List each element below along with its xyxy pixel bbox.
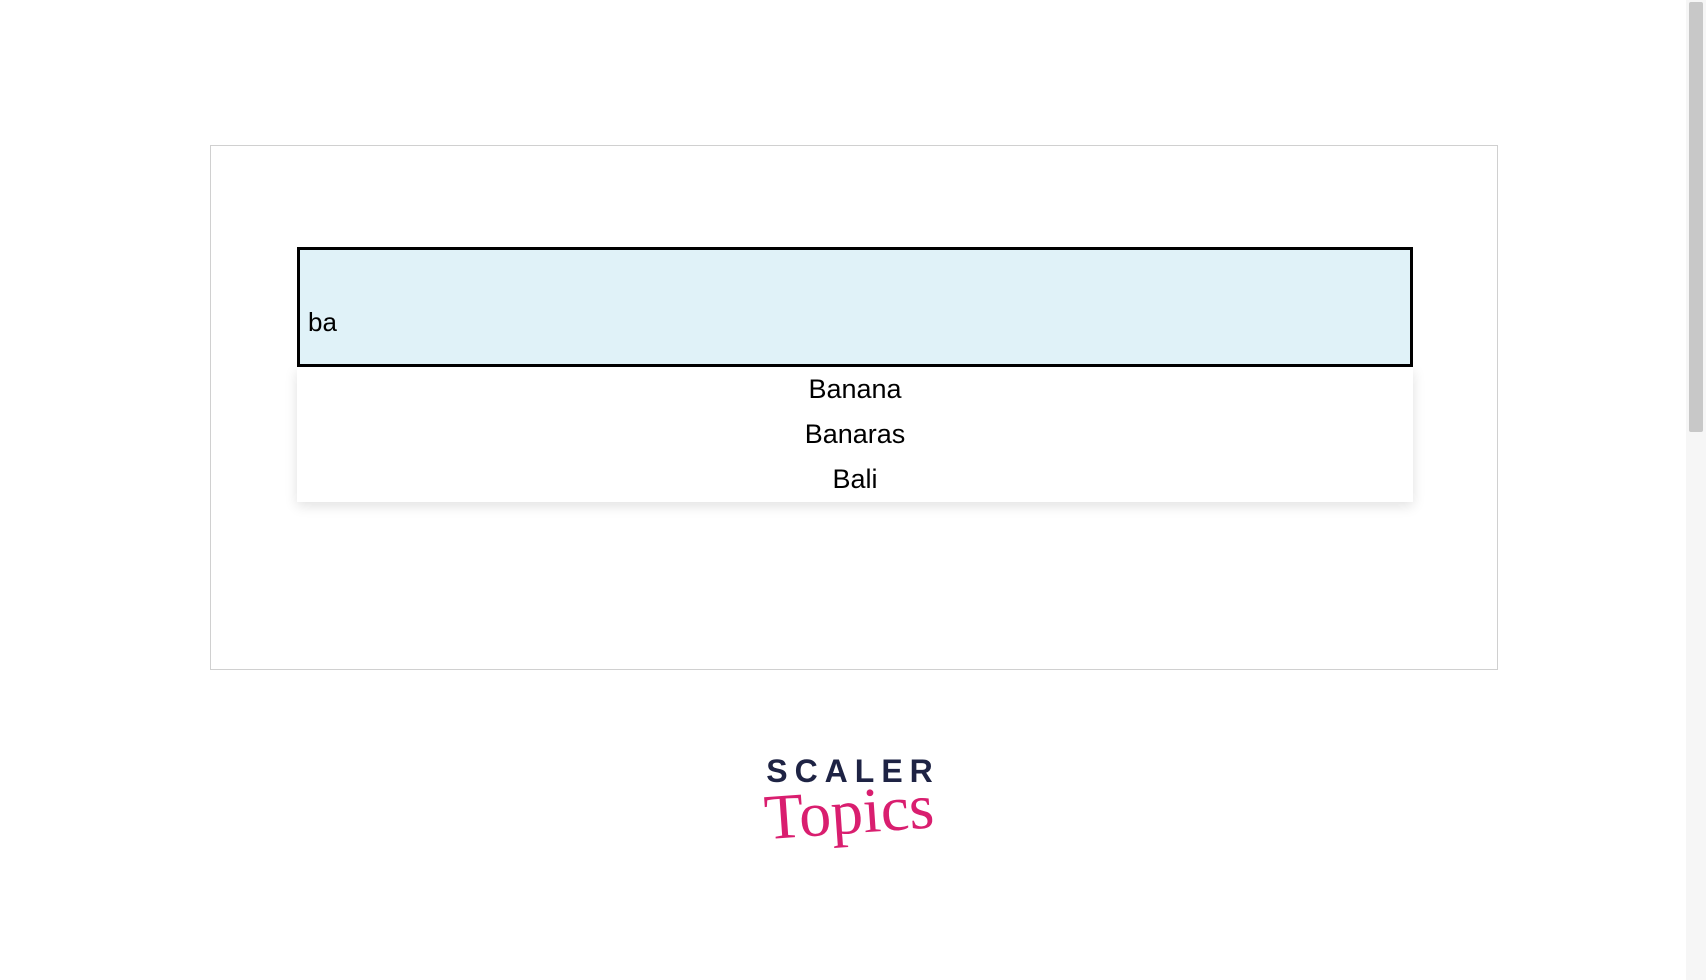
suggestion-item[interactable]: Banana <box>297 367 1413 412</box>
demo-panel: Banana Banaras Bali <box>210 145 1498 670</box>
search-input[interactable] <box>297 247 1413 367</box>
suggestion-item[interactable]: Bali <box>297 457 1413 502</box>
scaler-topics-logo: SCALER Topics <box>766 755 940 841</box>
autocomplete-wrapper: Banana Banaras Bali <box>297 247 1413 502</box>
vertical-scrollbar[interactable] <box>1686 0 1706 980</box>
scrollbar-thumb[interactable] <box>1689 2 1703 432</box>
suggestion-dropdown: Banana Banaras Bali <box>297 367 1413 502</box>
logo-text-topics: Topics <box>760 777 937 847</box>
suggestion-item[interactable]: Banaras <box>297 412 1413 457</box>
